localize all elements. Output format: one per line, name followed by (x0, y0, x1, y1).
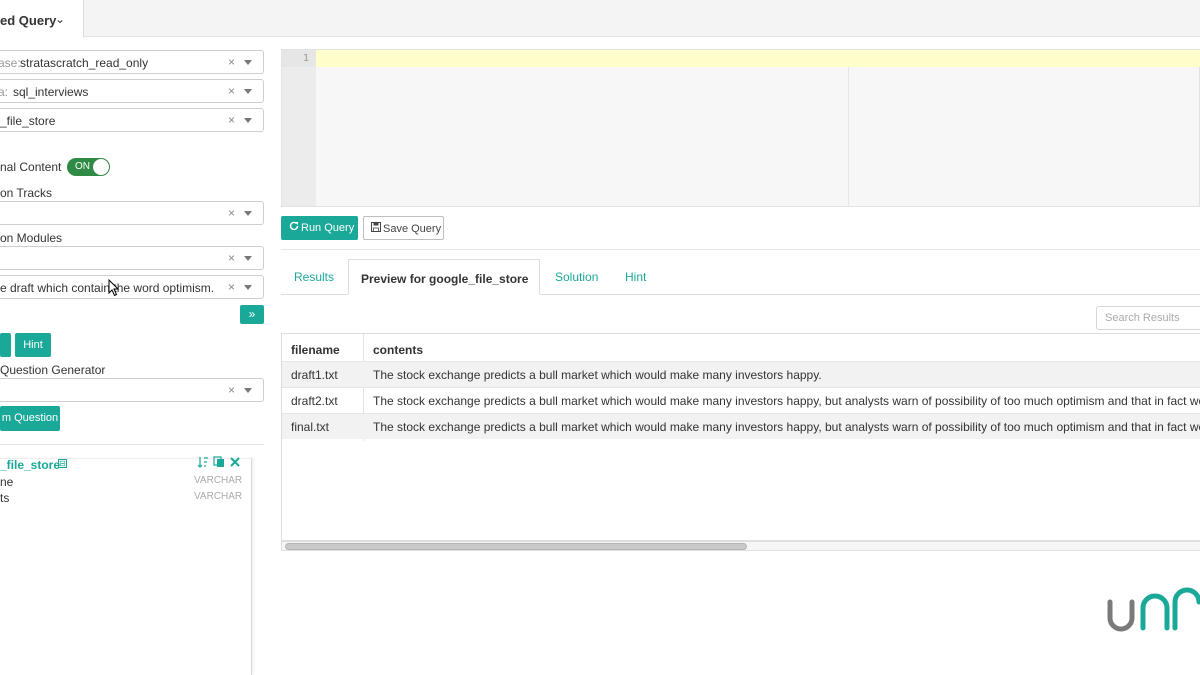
search-results-input[interactable] (1096, 306, 1200, 330)
editor-active-line[interactable] (316, 50, 1200, 67)
left-divider (0, 444, 264, 445)
refresh-icon (289, 221, 299, 234)
saved-query-tab-label: ed Query (0, 13, 57, 28)
tab-hint-label: Hint (625, 270, 647, 284)
sort-icon[interactable] (197, 456, 209, 471)
tab-preview[interactable]: Preview for google_file_store (348, 259, 540, 295)
dropdown-arrow-icon[interactable] (244, 60, 252, 65)
additional-content-label: nal Content (0, 160, 62, 174)
modules-label: on Modules (0, 231, 63, 245)
table-select-value: _file_store (0, 114, 56, 128)
horizontal-scrollbar[interactable] (281, 541, 1200, 551)
table-row: final.txt The stock exchange predicts a … (282, 413, 1200, 439)
cell-contents: The stock exchange predicts a bull marke… (373, 368, 822, 382)
tab-preview-label: Preview for google_file_store (361, 272, 529, 286)
schema-select-value: sql_interviews (13, 85, 89, 99)
question-generator-label: Question Generator (0, 363, 106, 377)
editor-gutter (282, 50, 316, 206)
run-query-label: Run Query (301, 222, 355, 234)
cell-filename: draft2.txt (291, 394, 338, 408)
toggle-knob (93, 159, 109, 175)
close-icon[interactable] (230, 456, 240, 471)
table-row: draft2.txt The stock exchange predicts a… (282, 387, 1200, 413)
schema-column-type: VARCHAR (194, 475, 243, 486)
dropdown-arrow-icon[interactable] (244, 118, 252, 123)
clear-icon[interactable]: × (228, 55, 235, 69)
clear-icon[interactable]: × (228, 113, 235, 127)
column-header-filename[interactable]: filename (291, 343, 340, 357)
schema-column-name: ts (0, 491, 10, 505)
clear-icon[interactable]: × (228, 251, 235, 265)
additional-content-toggle[interactable]: ON (67, 158, 110, 176)
section-divider (281, 249, 1200, 250)
sql-editor[interactable]: 1 (281, 49, 1200, 207)
tracks-label: on Tracks (0, 186, 53, 200)
tab-solution[interactable]: Solution (555, 259, 605, 295)
schema-column-name: ne (0, 475, 14, 489)
tab-results[interactable]: Results (294, 259, 340, 295)
clear-icon[interactable]: × (228, 84, 235, 98)
table-row: draft1.txt The stock exchange predicts a… (282, 361, 1200, 387)
schema-table-name[interactable]: _file_store (0, 458, 60, 472)
scrollbar-thumb[interactable] (285, 543, 747, 550)
hint-button[interactable]: Hint (15, 333, 51, 357)
solution-button-partial[interactable] (0, 333, 11, 357)
schema-column-type: VARCHAR (194, 491, 243, 502)
tab-results-label: Results (294, 270, 335, 284)
collapse-icon[interactable]: ⊟ (58, 459, 67, 468)
modules-select[interactable]: × (0, 246, 264, 270)
tab-hint[interactable]: Hint (625, 259, 655, 295)
cell-contents: The stock exchange predicts a bull marke… (373, 394, 1200, 408)
toggle-on-text: ON (75, 161, 90, 172)
cell-filename: final.txt (291, 420, 330, 434)
copy-icon[interactable] (213, 456, 225, 471)
question-select[interactable]: e draft which contain the word optimism.… (0, 275, 264, 299)
brand-logo (1107, 587, 1200, 632)
column-header-contents[interactable]: contents (373, 343, 423, 357)
generator-select[interactable]: × (0, 378, 264, 402)
schema-select[interactable]: a: sql_interviews × (0, 79, 264, 103)
clear-icon[interactable]: × (228, 280, 235, 294)
schema-select-prefix: a: (0, 85, 9, 99)
floppy-disk-icon (371, 222, 381, 235)
dropdown-arrow-icon[interactable] (244, 388, 252, 393)
save-query-button[interactable]: Save Query (363, 216, 444, 240)
dropdown-arrow-icon[interactable] (244, 285, 252, 290)
go-button[interactable]: » (240, 305, 264, 324)
dropdown-arrow-icon[interactable] (244, 211, 252, 216)
dropdown-arrow-icon[interactable] (244, 89, 252, 94)
table-select[interactable]: _file_store × (0, 108, 264, 132)
dropdown-arrow-icon[interactable] (244, 256, 252, 261)
tracks-select[interactable]: × (0, 201, 264, 225)
mouse-pointer-icon (108, 279, 120, 297)
tab-solution-label: Solution (555, 270, 599, 284)
top-bar (0, 0, 1200, 37)
save-query-label: Save Query (383, 223, 442, 235)
cell-contents: The stock exchange predicts a bull marke… (373, 420, 1200, 434)
chevron-down-icon: ⌄ (55, 12, 66, 26)
clear-icon[interactable]: × (228, 383, 235, 397)
database-select[interactable]: ase: stratascratch_read_only × (0, 50, 264, 74)
clear-icon[interactable]: × (228, 206, 235, 220)
database-select-prefix: ase: (0, 56, 21, 70)
editor-print-margin (848, 67, 849, 206)
results-table: filename contents draft1.txt The stock e… (281, 333, 1200, 541)
run-query-button[interactable]: Run Query (281, 216, 358, 240)
database-select-value: stratascratch_read_only (20, 56, 149, 70)
saved-query-tab[interactable]: ed Query ⌄ (0, 0, 84, 38)
editor-line-number: 1 (302, 53, 309, 64)
random-question-button[interactable]: m Question (0, 406, 60, 431)
cell-filename: draft1.txt (291, 368, 338, 382)
